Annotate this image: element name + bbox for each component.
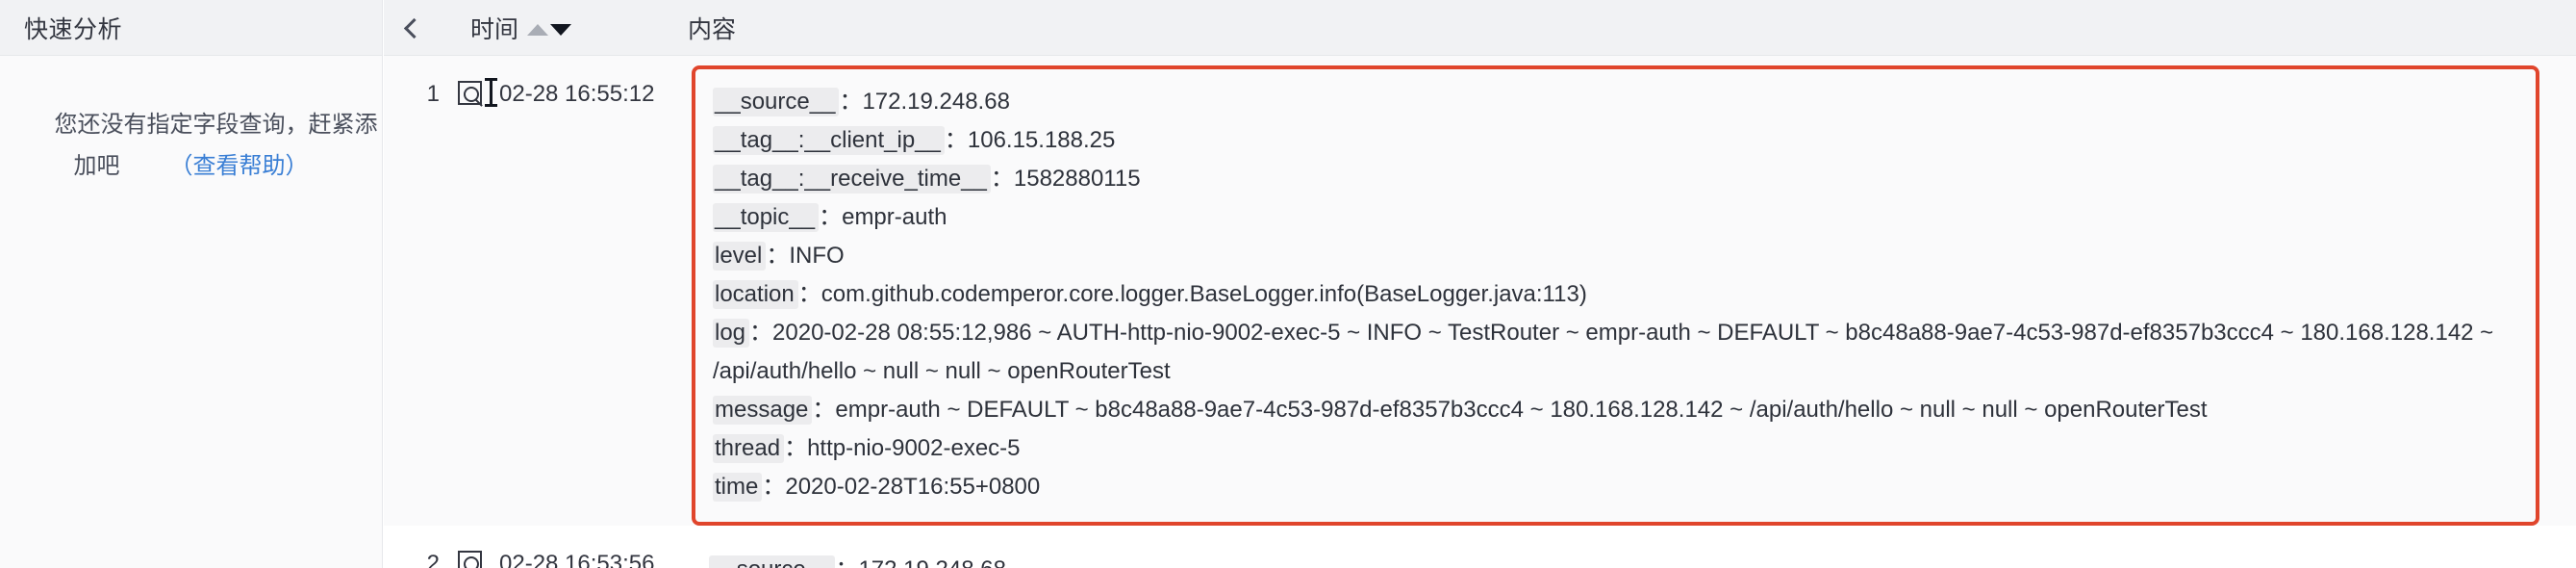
log-field-separator: ： (762, 474, 786, 500)
log-field-separator: ： (835, 556, 858, 568)
log-field-value: empr-auth (842, 204, 947, 230)
log-search-result-page: 快速分析 您还没有指定字段查询，赶紧添加吧 （查看帮助） 时间 内容 1 02-… (0, 0, 2576, 568)
sidebar-title: 快速分析 (24, 15, 123, 43)
row-time-value: 02-28 16:53:56 (499, 551, 655, 568)
table-row[interactable]: 2 02-28 16:53:56 __source__：172.19.248.6… (384, 526, 2576, 568)
highlighted-log-detail-box[interactable]: __source__ ：172.19.248.68 __tag__:__client… (692, 65, 2539, 526)
column-header-time: 时间 (470, 0, 572, 56)
log-field-separator: ： (749, 320, 773, 346)
log-field-key[interactable]: level (713, 242, 767, 271)
log-field-key[interactable]: __tag__:__receive_time__ (713, 165, 991, 194)
quick-analysis-sidebar: 快速分析 您还没有指定字段查询，赶紧添加吧 （查看帮助） (0, 0, 383, 568)
chevron-left-icon (403, 17, 425, 39)
column-header-content: 内容 (688, 0, 736, 56)
table-row[interactable]: 1 02-28 16:55:12 __source__ ：172.19.248.6… (384, 56, 2576, 526)
row-time-value: 02-28 16:55:12 (499, 81, 655, 107)
text-cursor-icon (485, 78, 497, 107)
log-field-separator: ： (819, 204, 843, 230)
log-field-key[interactable]: thread (713, 434, 785, 463)
row-index: 2 (426, 551, 440, 568)
log-field-line: log ：2020-02-28 08:55:12,986 ~ AUTH-http-… (713, 314, 2518, 391)
log-field-separator: ： (812, 397, 836, 423)
time-sort-control[interactable] (527, 21, 572, 36)
row-content-cell: __source__：172.19.248.68 (692, 526, 2576, 568)
log-field-key[interactable]: location (713, 280, 798, 309)
row-time: 02-28 16:55:12 (485, 56, 692, 108)
log-field-line: __source__：172.19.248.68 (709, 551, 2522, 568)
log-field-separator: ： (784, 435, 808, 461)
log-field-separator: ： (766, 243, 790, 269)
log-field-key[interactable]: time (713, 473, 763, 502)
log-field-line: time ：2020-02-28T16:55+0800 (713, 468, 2518, 506)
log-table-body: 1 02-28 16:55:12 __source__ ：172.19.248.6… (384, 56, 2576, 568)
row-content-cell: __source__ ：172.19.248.68 __tag__:__client… (692, 56, 2576, 526)
log-field-value: 1582880115 (1013, 166, 1141, 192)
log-field-key[interactable]: __source__ (709, 555, 836, 568)
column-header-time-label: 时间 (470, 16, 519, 43)
log-field-value: empr-auth ~ DEFAULT ~ b8c48a88-9ae7-4c53… (835, 397, 2208, 423)
view-help-link[interactable]: （查看帮助） (170, 153, 309, 179)
log-field-line: __source__：172.19.248.68 (713, 83, 2518, 121)
log-field-line: location ：com.github.codemperor.core.logg… (713, 275, 2518, 314)
log-detail-box[interactable]: __source__：172.19.248.68 (692, 535, 2539, 568)
log-field-key[interactable]: __tag__:__client_ip__ (713, 126, 945, 155)
log-field-key[interactable]: __source__ (713, 88, 840, 116)
triangle-up-icon[interactable] (527, 23, 549, 36)
log-field-line: message ：empr-auth ~ DEFAULT ~ b8c48a88-9… (713, 391, 2518, 429)
row-search-icon-cell (440, 526, 499, 568)
log-field-line: level ：INFO (713, 237, 2518, 275)
sidebar-empty-state: 您还没有指定字段查询，赶紧添加吧 （查看帮助） (0, 56, 382, 187)
triangle-down-icon[interactable] (550, 23, 572, 36)
log-field-value: http-nio-9002-exec-5 (807, 435, 1021, 461)
log-field-separator: ： (944, 127, 968, 153)
log-field-key[interactable]: log (713, 319, 750, 348)
log-field-value: 2020-02-28T16:55+0800 (785, 474, 1041, 500)
row-time: 02-28 16:53:56 (499, 526, 692, 568)
log-field-value: 172.19.248.68 (858, 556, 1005, 568)
log-field-value: 106.15.188.25 (967, 127, 1116, 153)
log-field-line: __tag__:__client_ip__ ：106.15.188.25 (713, 121, 2518, 160)
log-field-key[interactable]: message (713, 396, 813, 425)
log-field-value: INFO (789, 243, 845, 269)
column-header-content-label: 内容 (688, 16, 737, 43)
log-field-line: __tag__:__receive_time__ ：1582880115 (713, 160, 2518, 198)
log-field-value: com.github.codemperor.core.logger.BaseLo… (821, 281, 1587, 307)
log-field-separator: ： (797, 281, 821, 307)
log-field-value: 2020-02-28 08:55:12,986 ~ AUTH-http-nio-… (713, 320, 2494, 384)
log-field-separator: ： (990, 166, 1014, 192)
log-field-line: thread ：http-nio-9002-exec-5 (713, 429, 2518, 468)
log-field-value: 172.19.248.68 (862, 89, 1010, 115)
magnifier-search-icon[interactable] (457, 551, 482, 568)
row-index: 1 (426, 81, 440, 107)
sidebar-header: 快速分析 (0, 0, 382, 56)
log-field-separator: ： (839, 89, 863, 115)
log-field-line: __topic__ ：empr-auth (713, 198, 2518, 237)
log-field-key[interactable]: __topic__ (713, 203, 820, 232)
magnifier-search-icon[interactable] (457, 81, 482, 105)
log-table-panel: 时间 内容 1 02-28 16:55:12 __source__ ：172.1… (384, 0, 2576, 568)
log-table-header: 时间 内容 (384, 0, 2576, 56)
collapse-sidebar-button[interactable] (384, 0, 440, 56)
